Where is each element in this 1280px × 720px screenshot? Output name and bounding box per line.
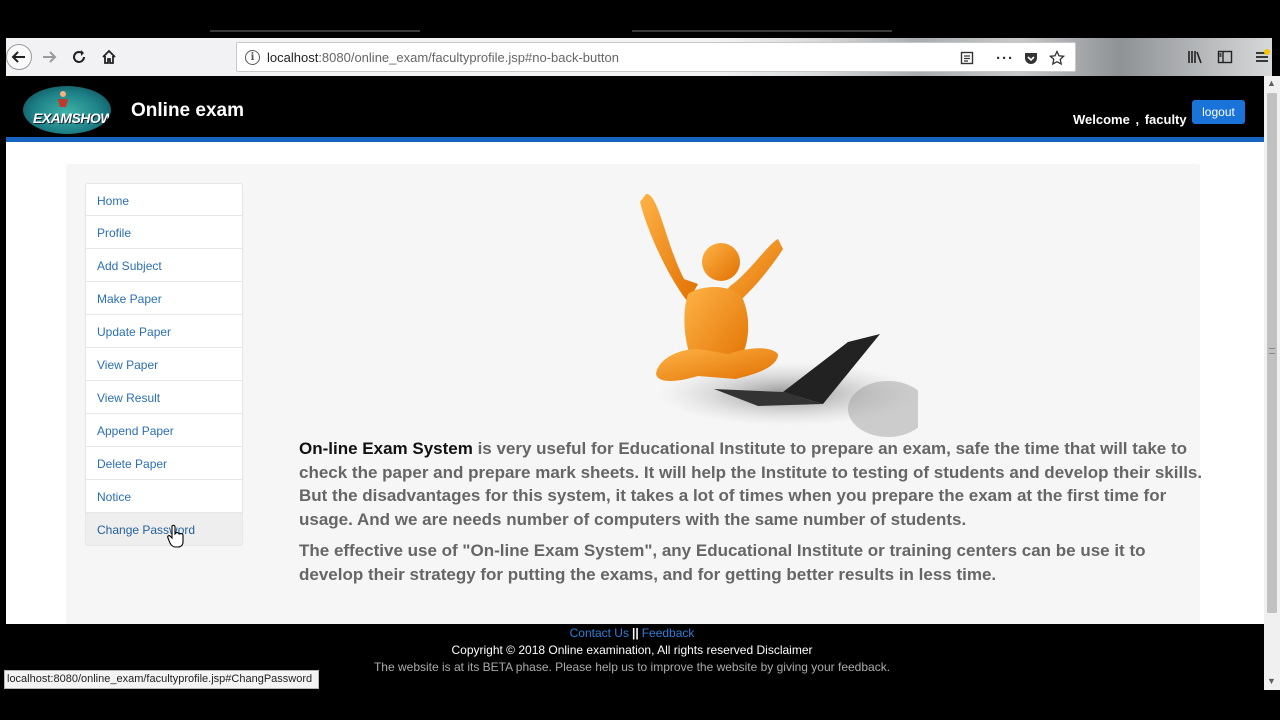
reader-view-icon[interactable] bbox=[957, 48, 977, 68]
sidebar-icon[interactable] bbox=[1212, 44, 1238, 70]
intro-paragraph-1: On-line Exam System is very useful for E… bbox=[299, 437, 1209, 531]
welcome-label: Welcome bbox=[1073, 112, 1130, 127]
sidebar-item-change-password[interactable]: Change Password bbox=[85, 513, 243, 546]
logout-button[interactable]: logout bbox=[1192, 100, 1245, 124]
sidebar-nav: Home Profile Add Subject Make Paper Upda… bbox=[85, 183, 243, 546]
sidebar-item-view-paper[interactable]: View Paper bbox=[85, 348, 243, 381]
logo-figure-icon bbox=[58, 91, 68, 107]
scroll-up-icon[interactable]: ▲ bbox=[1267, 78, 1276, 88]
page-scrollbar[interactable]: ▲ ▼ bbox=[1264, 76, 1280, 690]
site-logo[interactable]: EXAMSHOW bbox=[23, 86, 111, 134]
url-text[interactable]: localhost:8080/online_exam/facultyprofil… bbox=[267, 50, 619, 65]
footer-links: Contact Us || Feedback bbox=[0, 626, 1264, 640]
sidebar-item-profile[interactable]: Profile bbox=[85, 216, 243, 249]
sidebar-item-home[interactable]: Home bbox=[85, 183, 243, 216]
tab-strip-edge bbox=[632, 30, 892, 32]
hand-cursor-icon bbox=[167, 524, 184, 548]
intro-lead: On-line Exam System bbox=[299, 439, 473, 458]
intro-paragraph-2: The effective use of "On-line Exam Syste… bbox=[299, 541, 1146, 584]
feedback-link[interactable]: Feedback bbox=[642, 626, 695, 640]
bookmark-star-icon[interactable] bbox=[1047, 48, 1067, 68]
intro-text: On-line Exam System is very useful for E… bbox=[299, 437, 1209, 586]
sidebar-item-add-subject[interactable]: Add Subject bbox=[85, 249, 243, 282]
browser-window: i localhost:8080/online_exam/facultyprof… bbox=[0, 0, 1280, 720]
scrollbar-grip bbox=[1269, 348, 1275, 354]
back-arrow-icon[interactable] bbox=[6, 44, 32, 70]
site-header: EXAMSHOW Online exam Welcome , faculty l… bbox=[6, 76, 1264, 142]
web-page: EXAMSHOW Online exam Welcome , faculty l… bbox=[6, 76, 1264, 624]
reload-icon[interactable] bbox=[66, 44, 92, 70]
contact-us-link[interactable]: Contact Us bbox=[570, 626, 629, 640]
site-title: Online exam bbox=[131, 100, 244, 121]
link-status-bar: localhost:8080/online_exam/facultyprofil… bbox=[4, 670, 320, 689]
footer-link-separator: || bbox=[631, 626, 639, 640]
welcome-user: faculty bbox=[1144, 112, 1187, 127]
hamburger-menu-icon[interactable] bbox=[1249, 44, 1275, 70]
forward-arrow-icon[interactable] bbox=[36, 44, 62, 70]
scroll-down-icon[interactable]: ▼ bbox=[1267, 676, 1276, 686]
url-bar[interactable]: i localhost:8080/online_exam/facultyprof… bbox=[236, 42, 1076, 72]
home-icon[interactable] bbox=[96, 44, 122, 70]
logo-text: EXAMSHOW bbox=[33, 110, 111, 126]
header-accent-line bbox=[6, 137, 1264, 142]
sidebar-item-view-result[interactable]: View Result bbox=[85, 381, 243, 414]
library-icon[interactable] bbox=[1182, 44, 1208, 70]
copyright-text: Copyright © 2018 Online examination, All… bbox=[451, 643, 813, 657]
more-actions-icon[interactable]: ··· bbox=[995, 48, 1015, 68]
hero-illustration bbox=[640, 193, 918, 437]
tab-strip bbox=[0, 0, 1280, 32]
welcome-message: Welcome , faculty bbox=[1073, 112, 1187, 127]
page-info-icon[interactable]: i bbox=[245, 50, 260, 65]
pocket-icon[interactable] bbox=[1021, 48, 1041, 68]
welcome-separator: , bbox=[1135, 112, 1140, 127]
sidebar-item-append-paper[interactable]: Append Paper bbox=[85, 414, 243, 447]
sidebar-item-update-paper[interactable]: Update Paper bbox=[85, 315, 243, 348]
sidebar-item-notice[interactable]: Notice bbox=[85, 480, 243, 513]
sidebar-item-make-paper[interactable]: Make Paper bbox=[85, 282, 243, 315]
tab-strip-edge bbox=[210, 30, 420, 32]
sidebar-item-delete-paper[interactable]: Delete Paper bbox=[85, 447, 243, 480]
browser-toolbar: i localhost:8080/online_exam/facultyprof… bbox=[6, 38, 1272, 76]
